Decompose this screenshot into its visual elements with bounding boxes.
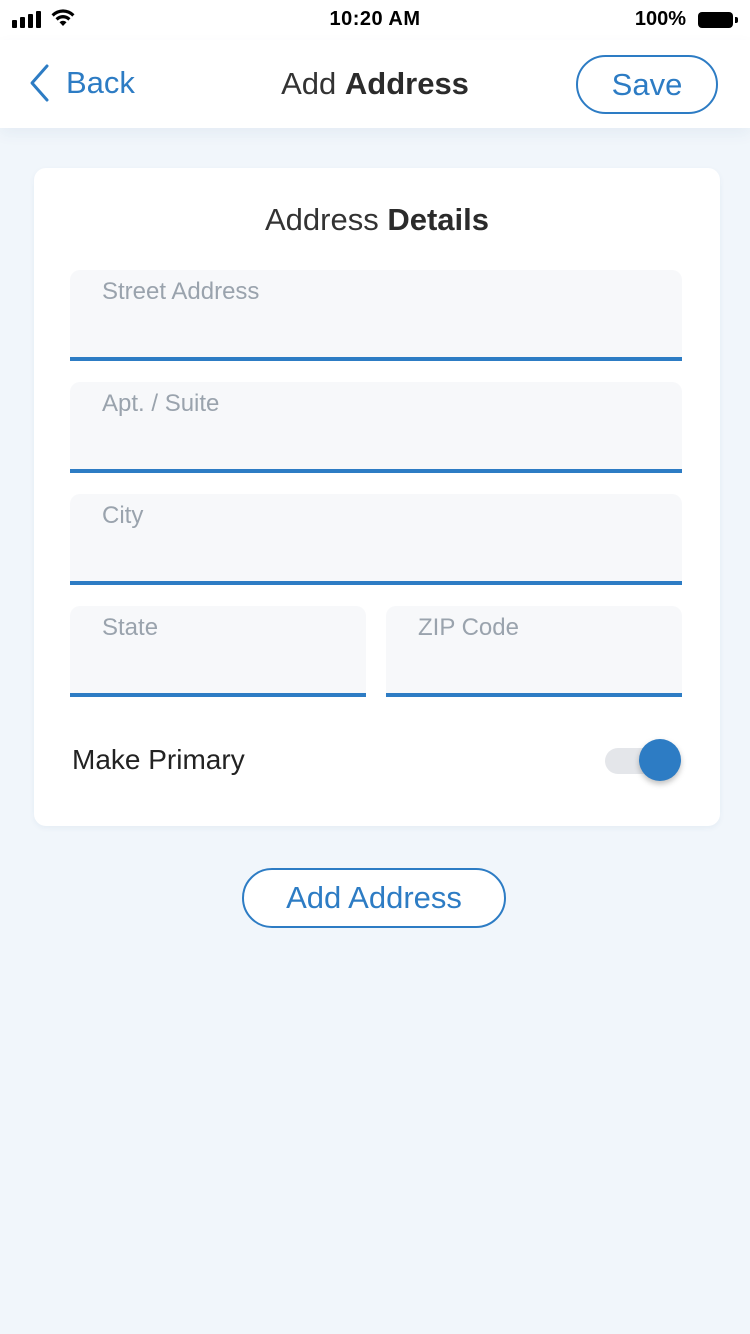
toggle-knob bbox=[639, 739, 681, 781]
save-button[interactable]: Save bbox=[576, 55, 718, 114]
status-bar: 10:20 AM 100% bbox=[0, 0, 750, 40]
make-primary-toggle[interactable] bbox=[605, 737, 683, 783]
page-title-bold: Address bbox=[344, 66, 469, 101]
street-address-placeholder: Street Address bbox=[102, 278, 260, 305]
make-primary-label: Make Primary bbox=[72, 744, 245, 775]
city-field[interactable]: City bbox=[70, 494, 682, 585]
add-address-button[interactable]: Add Address bbox=[242, 868, 506, 928]
state-input[interactable] bbox=[102, 650, 350, 684]
city-input[interactable] bbox=[102, 538, 666, 572]
street-address-input[interactable] bbox=[102, 314, 666, 348]
navigation-bar: Back Add Address Save bbox=[0, 40, 750, 128]
page-title-light: Add bbox=[281, 66, 337, 101]
apt-suite-placeholder: Apt. / Suite bbox=[102, 390, 220, 417]
apt-suite-input[interactable] bbox=[102, 426, 666, 460]
battery-percentage: 100% bbox=[634, 8, 686, 30]
address-details-card: Address Details Street Address Apt. / Su… bbox=[34, 168, 720, 826]
apt-suite-field[interactable]: Apt. / Suite bbox=[70, 382, 682, 473]
card-title-bold: Details bbox=[387, 202, 490, 237]
add-address-screen: 10:20 AM 100% Back Add Address Save Addr… bbox=[0, 0, 750, 1334]
state-field[interactable]: State bbox=[70, 606, 366, 697]
city-placeholder: City bbox=[102, 502, 144, 529]
battery-icon bbox=[698, 12, 738, 28]
state-placeholder: State bbox=[102, 614, 159, 641]
street-address-field[interactable]: Street Address bbox=[70, 270, 682, 361]
zip-code-field[interactable]: ZIP Code bbox=[386, 606, 682, 697]
card-title: Address Details bbox=[34, 202, 720, 238]
card-title-light: Address bbox=[264, 202, 379, 237]
zip-code-placeholder: ZIP Code bbox=[418, 614, 519, 641]
zip-code-input[interactable] bbox=[418, 650, 666, 684]
